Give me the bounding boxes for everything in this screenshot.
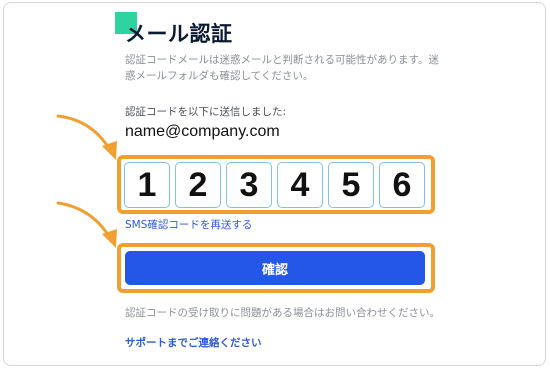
arrow-to-button-icon: [56, 201, 117, 248]
